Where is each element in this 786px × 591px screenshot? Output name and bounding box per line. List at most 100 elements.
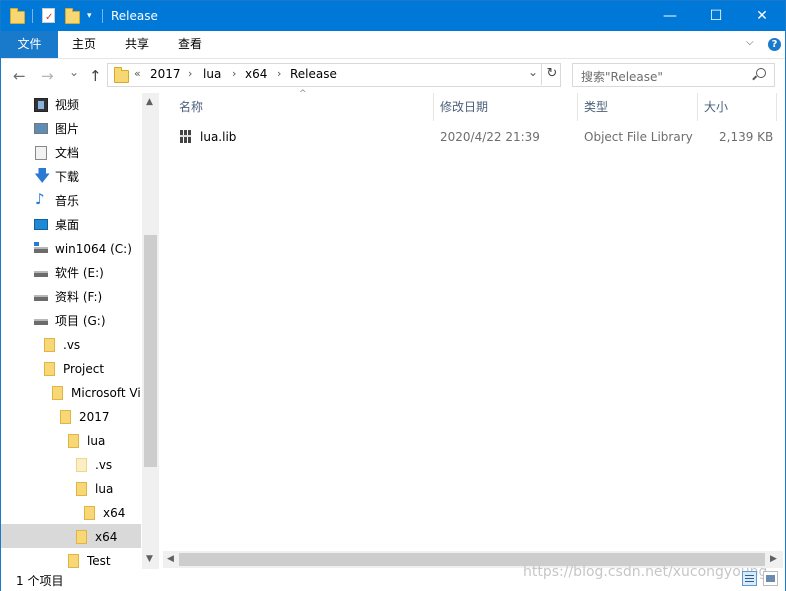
sidebar-item-label: 资料 (F:): [55, 290, 103, 304]
file-type: Object File Library: [584, 130, 693, 144]
up-button[interactable]: ↑: [89, 67, 102, 85]
column-divider[interactable]: [577, 93, 578, 121]
customize-toolbar-icon[interactable]: ▾: [87, 11, 92, 21]
sidebar-item-label: lua: [95, 482, 114, 496]
ribbon: 文件 主页 共享 查看 ⌵ ?: [1, 31, 785, 59]
help-icon[interactable]: ?: [768, 38, 781, 51]
folder-icon: [60, 410, 71, 424]
address-separator[interactable]: ›: [277, 67, 281, 80]
drive-icon: [34, 319, 48, 325]
drive-icon: [34, 271, 48, 277]
column-divider[interactable]: [776, 93, 777, 121]
scrollbar-thumb[interactable]: [144, 235, 157, 467]
minimize-button[interactable]: —: [647, 1, 693, 31]
sidebar-item-label: x64: [103, 506, 126, 520]
folder-icon: [114, 67, 129, 83]
address-part-lua[interactable]: lua: [203, 67, 221, 81]
column-header-type[interactable]: 类型: [584, 95, 608, 119]
folder-icon: [44, 362, 55, 376]
tab-share[interactable]: 共享: [125, 31, 149, 58]
refresh-button[interactable]: ↻: [541, 63, 562, 85]
file-modified: 2020/4/22 21:39: [440, 130, 540, 144]
column-header-name[interactable]: 名称: [179, 95, 203, 119]
tab-home[interactable]: 主页: [72, 31, 96, 58]
properties-icon[interactable]: ✓: [42, 8, 55, 23]
sort-ascending-indicator: ^: [299, 89, 307, 99]
recent-locations-button[interactable]: ⌄: [69, 65, 79, 79]
close-button[interactable]: ✕: [739, 1, 785, 31]
table-row[interactable]: lua.lib 2020/4/22 21:39 Object File Libr…: [171, 125, 779, 149]
details-view-button[interactable]: [742, 571, 757, 586]
expand-ribbon-icon[interactable]: ⌵: [746, 37, 754, 48]
large-icons-view-button[interactable]: [763, 571, 778, 586]
sidebar-item-label: x64: [95, 530, 118, 544]
video-icon: [34, 98, 48, 112]
divider: [102, 9, 103, 23]
forward-button[interactable]: →: [41, 67, 54, 85]
folder-icon: [52, 386, 63, 400]
window-title: Release: [111, 9, 158, 23]
address-part-2017[interactable]: 2017: [150, 67, 181, 81]
scroll-right-arrow[interactable]: ▶: [770, 554, 777, 564]
address-dropdown-icon[interactable]: ⌄: [528, 65, 538, 79]
column-header-modified[interactable]: 修改日期: [440, 95, 488, 119]
tab-file[interactable]: 文件: [1, 31, 58, 58]
navigation-scrollbar[interactable]: ▲ ▼: [142, 93, 159, 569]
search-icon[interactable]: [756, 68, 766, 78]
sidebar-item-label: Project: [63, 362, 105, 376]
selected-highlight: [1, 524, 141, 548]
sidebar-item-label: 图片: [55, 122, 80, 136]
sidebar-item-label: win1064 (C:): [55, 242, 132, 256]
sidebar-item-label: 下载: [55, 170, 80, 184]
maximize-button[interactable]: ☐: [693, 1, 739, 31]
folder-icon: [68, 554, 79, 568]
file-name: lua.lib: [200, 130, 237, 144]
column-divider[interactable]: [433, 93, 434, 121]
sidebar-item-label: lua: [87, 434, 106, 448]
drive-icon: [34, 295, 48, 301]
new-folder-icon[interactable]: [65, 8, 80, 24]
hidden-folder-icon: [76, 458, 87, 472]
address-separator[interactable]: ›: [188, 67, 192, 80]
sidebar-item-label: .vs: [63, 338, 81, 352]
library-file-icon: [180, 130, 195, 143]
sidebar-item-label: 2017: [79, 410, 110, 424]
downloads-icon: 🡇: [34, 166, 51, 185]
scroll-up-arrow[interactable]: ▲: [146, 97, 153, 107]
sidebar-item-label: 音乐: [55, 194, 80, 208]
column-divider[interactable]: [697, 93, 698, 121]
address-bar[interactable]: « 2017 › lua › x64 › Release ⌄: [107, 63, 561, 87]
folder-icon: [76, 482, 87, 496]
watermark-text: https://blog.csdn.net/xucongyoung: [523, 564, 768, 580]
scroll-down-arrow[interactable]: ▼: [146, 554, 153, 564]
item-count: 1 个项目: [16, 574, 64, 588]
documents-icon: [35, 146, 47, 160]
sidebar-item-label: Test: [87, 554, 111, 568]
folder-icon: [76, 530, 87, 544]
windows-logo-icon: [34, 242, 39, 246]
address-part-release[interactable]: Release: [290, 67, 337, 81]
file-size: 2,139 KB: [719, 130, 774, 144]
folder-icon: [84, 506, 95, 520]
sidebar-item-label: 文档: [55, 146, 80, 160]
folder-icon: [44, 338, 55, 352]
address-separator[interactable]: ›: [232, 67, 236, 80]
desktop-icon: [34, 219, 48, 230]
music-icon: ♪: [35, 190, 45, 208]
search-input[interactable]: 搜索"Release": [572, 63, 775, 87]
scroll-left-arrow[interactable]: ◀: [167, 554, 174, 564]
title-bar: ✓ ▾ Release — ☐ ✕: [1, 1, 785, 31]
tab-view[interactable]: 查看: [178, 31, 202, 58]
sidebar-item-label: 项目 (G:): [55, 314, 106, 328]
pictures-icon: [34, 123, 48, 134]
sidebar-item-label: 视频: [55, 98, 80, 112]
column-header-size[interactable]: 大小: [704, 95, 728, 119]
divider: [32, 9, 33, 23]
back-button[interactable]: ←: [13, 67, 26, 85]
folder-icon: [10, 8, 25, 24]
sidebar-item-label: 软件 (E:): [55, 266, 104, 280]
address-overflow[interactable]: «: [134, 67, 141, 80]
address-part-x64[interactable]: x64: [245, 67, 267, 81]
folder-icon: [68, 434, 79, 448]
sidebar-item-label: Microsoft Vi: [71, 386, 141, 400]
